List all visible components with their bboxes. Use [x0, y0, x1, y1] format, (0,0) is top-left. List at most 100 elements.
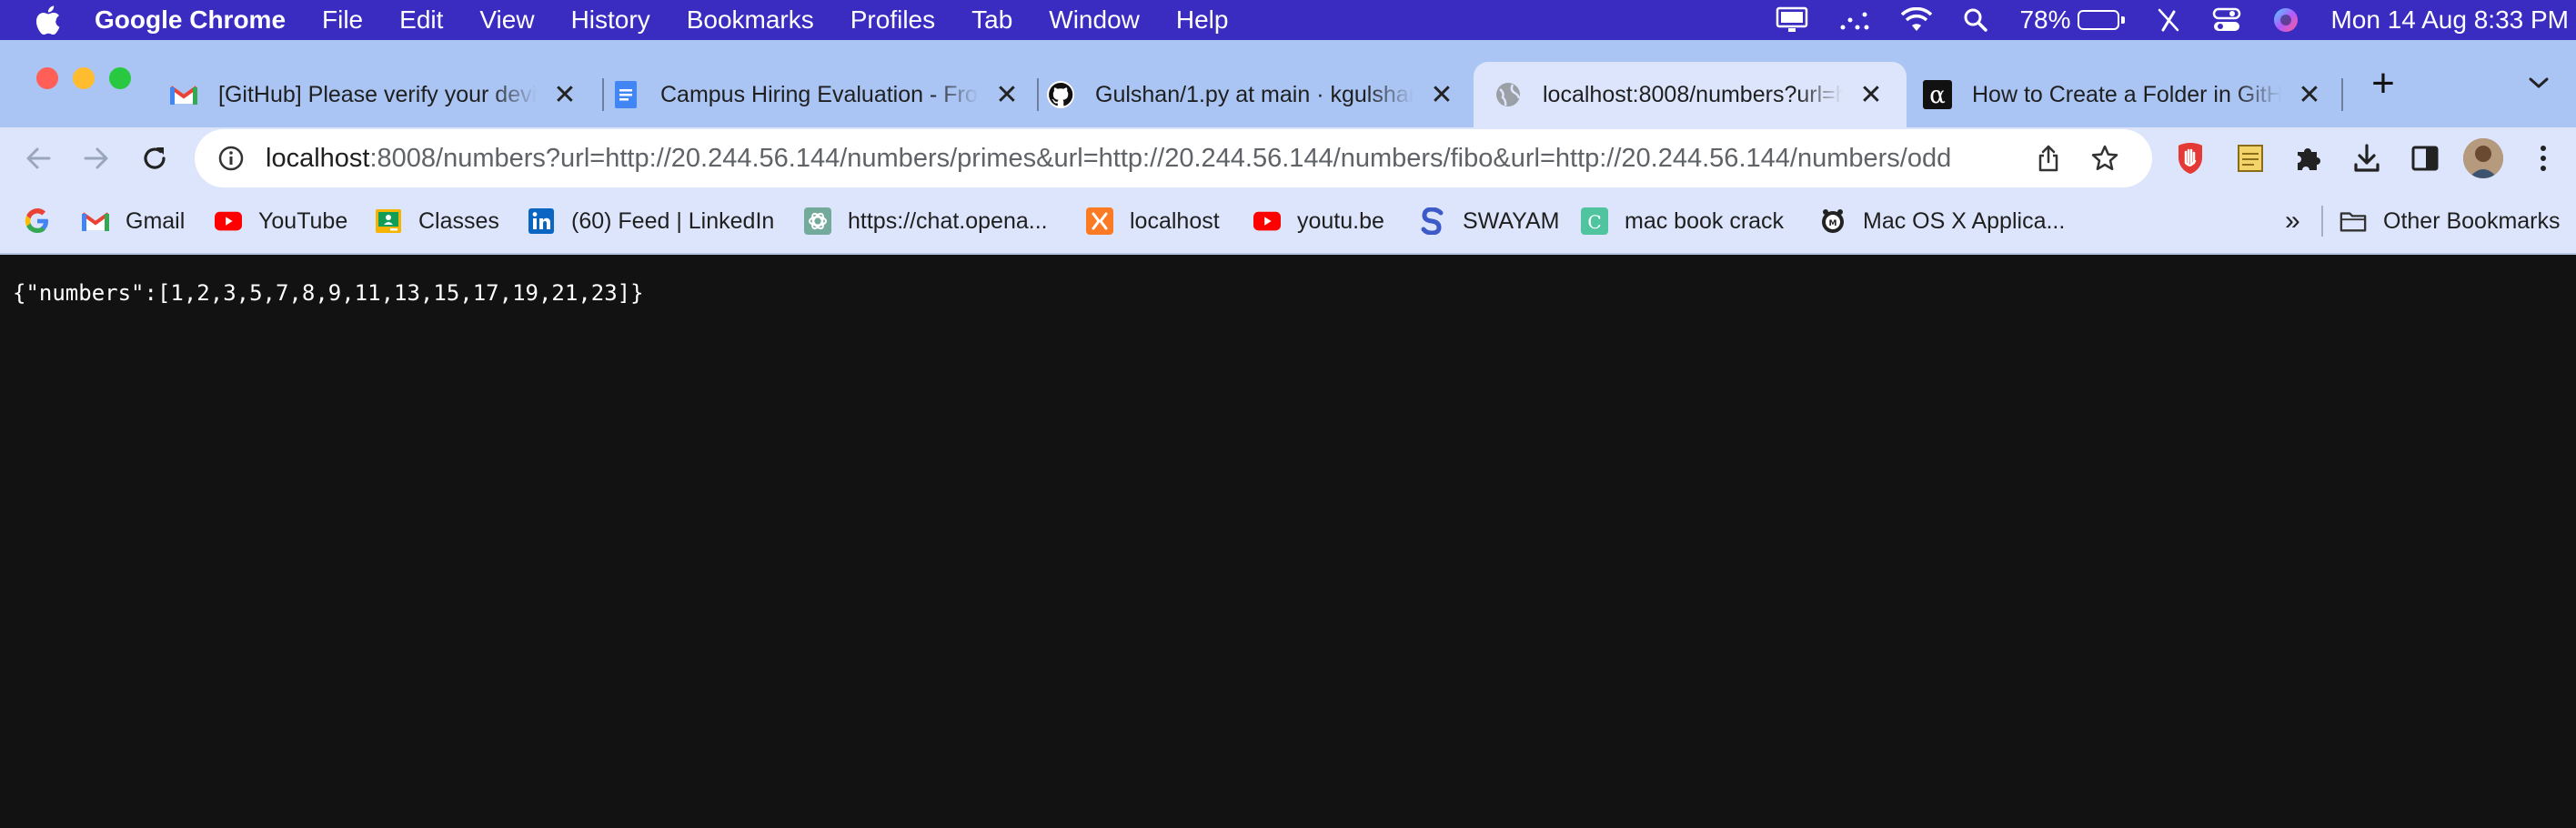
download-icon[interactable]	[2349, 140, 2385, 177]
control-center-icon[interactable]	[2212, 6, 2241, 34]
bookmark-classes[interactable]: Classes	[375, 206, 499, 237]
url-text[interactable]: localhost:8008/numbers?url=http://20.244…	[266, 144, 2039, 174]
tab-localhost-active[interactable]: localhost:8008/numbers?url=http ✕	[1474, 62, 1907, 127]
battery-icon	[2078, 10, 2120, 30]
folder-icon	[2340, 207, 2367, 235]
reload-button[interactable]	[136, 140, 173, 177]
close-tab-icon[interactable]: ✕	[2294, 79, 2325, 110]
close-tab-icon[interactable]: ✕	[1856, 79, 1887, 110]
back-button[interactable]	[20, 140, 56, 177]
spotlight-search-icon[interactable]	[1963, 7, 1988, 33]
adblock-extension-icon[interactable]	[2172, 140, 2209, 177]
bookmark-chat-openai[interactable]: https://chat.opena...	[804, 206, 1048, 237]
svg-text:α: α	[1929, 82, 1946, 109]
menu-bookmarks[interactable]: Bookmarks	[687, 5, 814, 35]
classroom-icon	[375, 207, 402, 235]
extensions-puzzle-icon[interactable]	[2290, 140, 2327, 177]
menu-profiles[interactable]: Profiles	[850, 5, 935, 35]
bookmark-label: https://chat.opena...	[848, 207, 1048, 234]
bookmark-youtube[interactable]: YouTube	[215, 206, 347, 237]
bookmark-label: localhost	[1130, 207, 1220, 234]
bookmark-label: SWAYAM	[1463, 207, 1560, 234]
zoom-window-button[interactable]	[109, 67, 131, 89]
globe-icon	[1494, 80, 1523, 109]
tab-github-file[interactable]: Gulshan/1.py at main · kgulshan ✕	[1046, 62, 1457, 127]
c-icon: C	[1581, 207, 1608, 235]
openai-icon	[804, 207, 831, 235]
new-tab-button[interactable]: +	[2365, 61, 2401, 106]
close-tab-icon[interactable]: ✕	[991, 79, 1022, 110]
minimize-window-button[interactable]	[73, 67, 95, 89]
side-panel-icon[interactable]	[2407, 140, 2443, 177]
google-docs-icon	[611, 80, 640, 109]
bookmark-star-icon[interactable]	[2088, 142, 2121, 175]
apple-logo-icon[interactable]	[31, 4, 64, 36]
tab-campus-hiring[interactable]: Campus Hiring Evaluation - Front ✕	[611, 62, 1022, 127]
battery-tip	[2121, 16, 2126, 24]
address-bar[interactable]: localhost:8008/numbers?url=http://20.244…	[195, 129, 2152, 187]
display-icon[interactable]	[1776, 6, 1808, 34]
clock[interactable]: Mon 14 Aug 8:33 PM	[2330, 5, 2569, 35]
pen-slash-icon[interactable]	[2156, 6, 2181, 34]
tab-separator	[1037, 78, 1039, 111]
close-window-button[interactable]	[36, 67, 58, 89]
bookmark-mac-os-x-apps[interactable]: M Mac OS X Applica...	[1819, 206, 2065, 237]
menu-app-name[interactable]: Google Chrome	[95, 5, 286, 35]
browser-toolbar: localhost:8008/numbers?url=http://20.244…	[0, 127, 2576, 187]
tab-title: Campus Hiring Evaluation - Front	[660, 81, 979, 107]
menu-view[interactable]: View	[479, 5, 534, 35]
other-bookmarks-label: Other Bookmarks	[2383, 207, 2561, 234]
github-icon	[1046, 80, 1075, 109]
menu-edit[interactable]: Edit	[399, 5, 443, 35]
bookmarks-bar: Gmail YouTube Classes (60) Feed | Linked…	[0, 187, 2576, 255]
menu-file[interactable]: File	[322, 5, 363, 35]
wifi-icon[interactable]	[1901, 7, 1933, 33]
page-viewport: {"numbers":[1,2,3,5,7,8,9,11,13,15,17,19…	[0, 257, 2576, 828]
bookmark-google[interactable]	[24, 206, 51, 237]
tab-strip: [GitHub] Please verify your device ✕ Cam…	[0, 40, 2576, 127]
bookmark-linkedin[interactable]: (60) Feed | LinkedIn	[528, 206, 774, 237]
gmail-icon	[169, 80, 198, 109]
bookmark-mac-book-crack[interactable]: C mac book crack	[1581, 206, 1784, 237]
site-info-icon[interactable]	[215, 142, 247, 175]
other-bookmarks-folder[interactable]: Other Bookmarks	[2340, 206, 2561, 237]
more-bookmarks-chevron-icon[interactable]: »	[2285, 206, 2300, 237]
menu-help[interactable]: Help	[1176, 5, 1229, 35]
forward-button[interactable]	[78, 140, 115, 177]
menu-history[interactable]: History	[571, 5, 650, 35]
swayam-icon	[1419, 207, 1446, 235]
tab-title: Gulshan/1.py at main · kgulshan	[1095, 81, 1414, 107]
siri-icon[interactable]	[2272, 6, 2299, 34]
bookmark-localhost[interactable]: localhost	[1086, 206, 1220, 237]
chrome-menu-icon[interactable]	[2525, 140, 2561, 177]
bookmark-label: (60) Feed | LinkedIn	[571, 207, 775, 234]
youtube-icon	[215, 207, 242, 235]
tab-how-to-create-folder[interactable]: α How to Create a Folder in GitHub ✕	[1923, 62, 2325, 127]
gmail-icon	[82, 207, 109, 235]
profile-avatar[interactable]	[2463, 138, 2503, 178]
bookmark-youtu-be[interactable]: youtu.be	[1253, 206, 1384, 237]
menu-tab[interactable]: Tab	[971, 5, 1012, 35]
url-host: localhost	[266, 143, 370, 173]
battery-indicator[interactable]: 78%	[2019, 5, 2126, 35]
tab-separator	[2341, 78, 2343, 111]
menu-window[interactable]: Window	[1049, 5, 1140, 35]
alpha-icon: α	[1923, 80, 1952, 109]
share-icon[interactable]	[2032, 142, 2065, 175]
close-tab-icon[interactable]: ✕	[1426, 79, 1457, 110]
tab-title: How to Create a Folder in GitHub	[1972, 81, 2281, 107]
control-dots-icon[interactable]	[1839, 7, 1870, 33]
json-response-body: {"numbers":[1,2,3,5,7,8,9,11,13,15,17,19…	[13, 280, 644, 306]
bookmark-label: youtu.be	[1297, 207, 1384, 234]
tab-github-verify[interactable]: [GitHub] Please verify your device ✕	[169, 62, 580, 127]
close-tab-icon[interactable]: ✕	[549, 79, 580, 110]
notes-extension-icon[interactable]	[2232, 140, 2269, 177]
bookmark-gmail[interactable]: Gmail	[82, 206, 185, 237]
linkedin-icon	[528, 207, 555, 235]
tab-search-chevron-icon[interactable]	[2525, 69, 2552, 96]
bookmarks-divider	[2321, 206, 2323, 237]
svg-text:M: M	[1829, 219, 1837, 228]
bookmark-swayam[interactable]: SWAYAM	[1419, 206, 1559, 237]
battery-percent: 78%	[2019, 5, 2071, 34]
status-area: 78% Mon 14 Aug 8:33 PM	[1776, 0, 2576, 40]
